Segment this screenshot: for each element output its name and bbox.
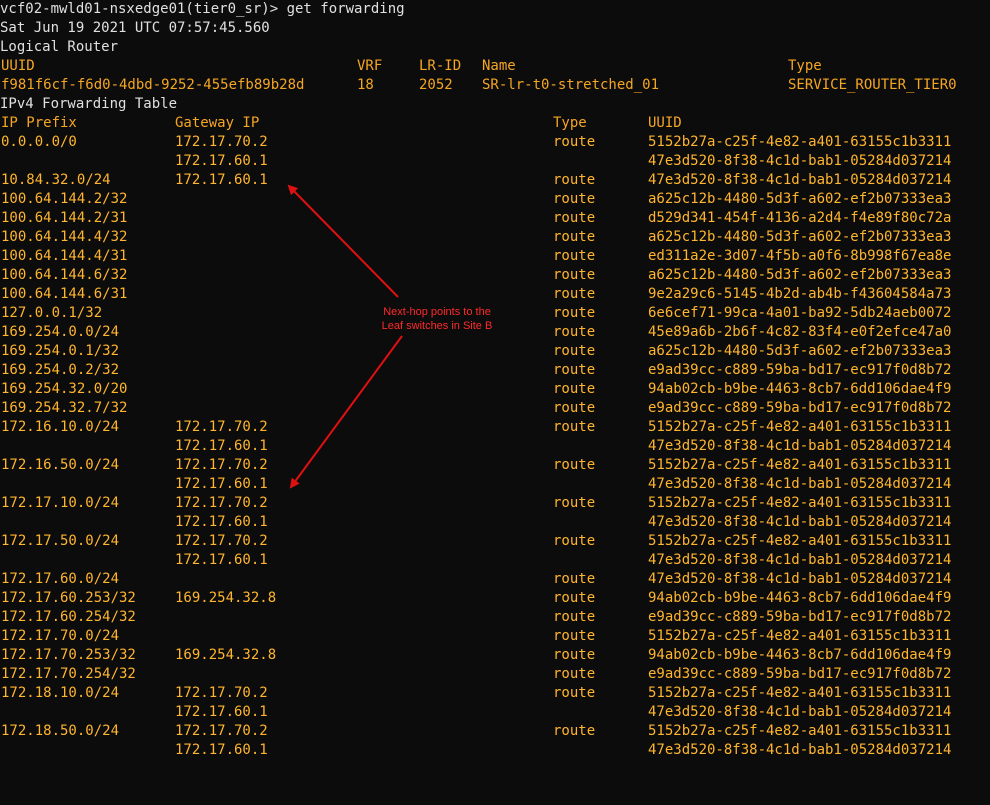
arrow-up-to-gateway [287, 184, 399, 298]
annotation-line-2: Leaf switches in Site B [381, 320, 493, 332]
terminal-window[interactable]: vcf02-mwld01-nsxedge01(tier0_sr)> get fo… [0, 0, 990, 805]
annotation-line-1: Next-hop points to the [383, 306, 491, 318]
arrow-down-to-gateway [289, 335, 403, 489]
annotation-arrows [287, 184, 403, 489]
annotation-callout: Next-hop points to the Leaf switches in … [352, 305, 522, 333]
